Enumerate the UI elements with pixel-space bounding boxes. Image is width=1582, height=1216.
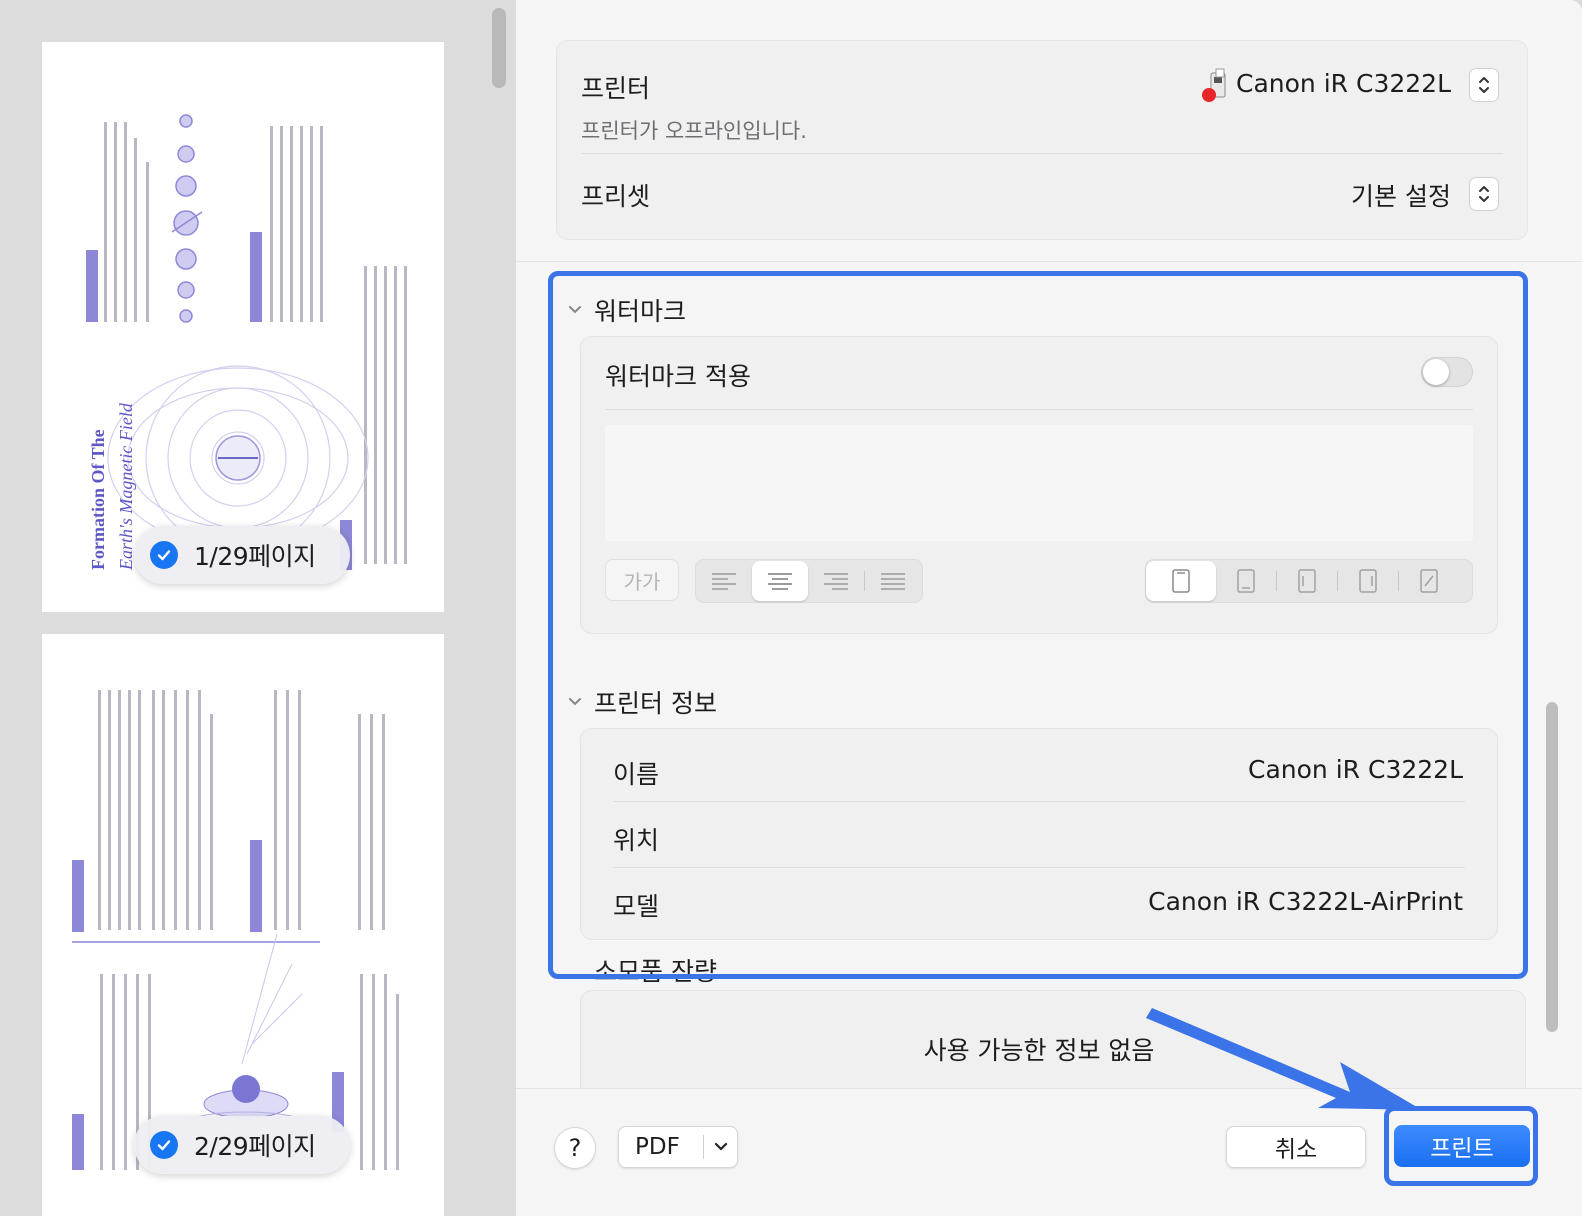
supplies-empty-text: 사용 가능한 정보 없음: [923, 1036, 1155, 1065]
cancel-button[interactable]: 취소: [1226, 1126, 1366, 1168]
help-button[interactable]: ?: [554, 1127, 596, 1169]
printer-icon: [1197, 67, 1237, 107]
printer-status: 프린터가 오프라인입니다.: [581, 119, 807, 143]
highlight-box: [548, 271, 1528, 979]
page-preview-pane[interactable]: Formation Of The Earth's Magnetic Field: [0, 0, 516, 1216]
printer-preset-group: 프린터 프린터가 오프라인입니다. Canon iR C3222L 프리셋 기본…: [556, 40, 1528, 240]
printer-label: 프린터: [581, 74, 651, 103]
svg-text:Earth's Magnetic Field: Earth's Magnetic Field: [116, 402, 136, 571]
page-selection-pill-2[interactable]: 2/29페이지: [134, 1116, 350, 1174]
settings-scrollbar[interactable]: [1546, 702, 1558, 1032]
svg-text:Formation Of The: Formation Of The: [88, 429, 108, 570]
offline-status-dot: [1202, 88, 1216, 102]
checkmark-icon[interactable]: [150, 541, 178, 569]
page-selection-pill-1[interactable]: 1/29페이지: [134, 526, 350, 584]
checkmark-icon[interactable]: [150, 1131, 178, 1159]
preview-scrollbar[interactable]: [492, 8, 506, 88]
printer-stepper-icon[interactable]: [1469, 68, 1499, 102]
chevron-down-icon[interactable]: [704, 1142, 737, 1152]
printer-select[interactable]: Canon iR C3222L: [1236, 69, 1451, 98]
supplies-card: 사용 가능한 정보 없음: [580, 990, 1526, 1088]
page-label-1: 1/29페이지: [194, 542, 316, 571]
highlight-box: [1384, 1106, 1538, 1186]
pdf-label: PDF: [635, 1134, 680, 1160]
divider: [581, 153, 1503, 154]
preset-select[interactable]: 기본 설정: [1351, 177, 1451, 213]
print-dialog: Formation Of The Earth's Magnetic Field: [0, 0, 1582, 1216]
pdf-menu-button[interactable]: PDF: [618, 1126, 738, 1168]
preset-stepper-icon[interactable]: [1469, 177, 1499, 211]
printer-preset-section: 프린터 프린터가 오프라인입니다. Canon iR C3222L 프리셋 기본…: [516, 0, 1582, 262]
preset-label: 프리셋: [581, 182, 651, 211]
page-label-2: 2/29페이지: [194, 1132, 316, 1161]
